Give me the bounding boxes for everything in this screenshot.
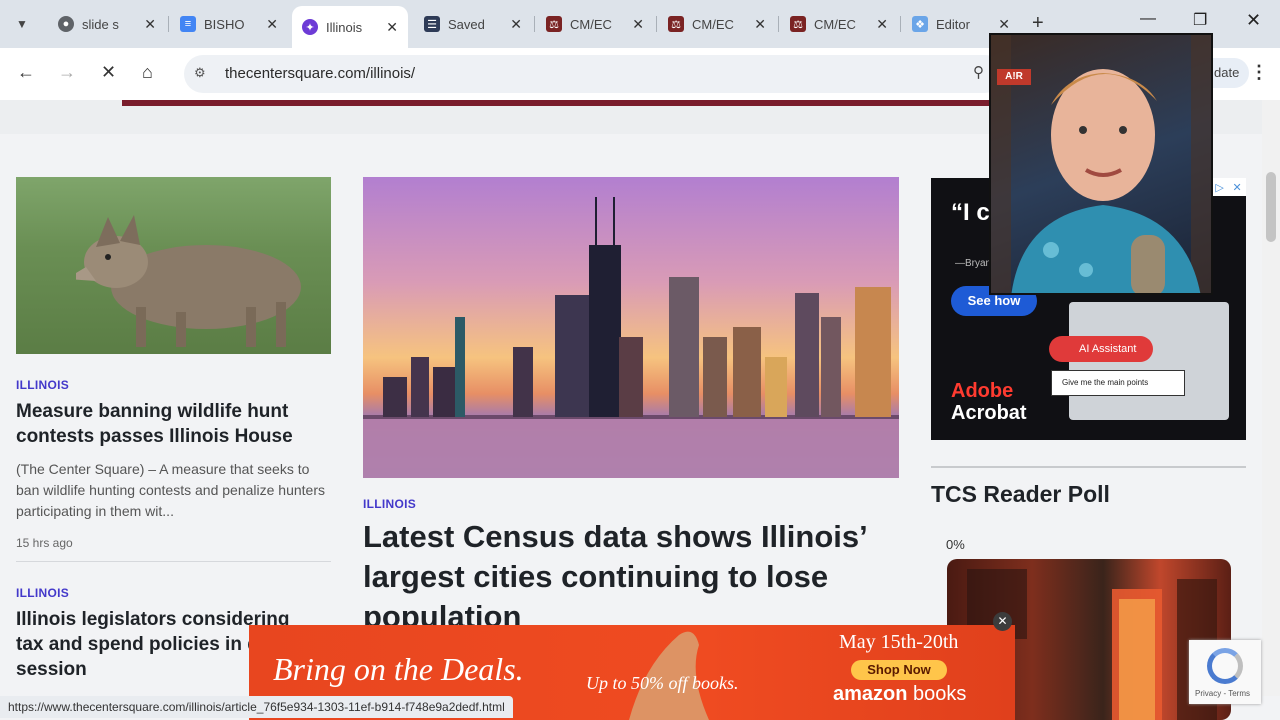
scales-icon: ⚖ [546,16,562,32]
article-image-chicago-skyline[interactable] [363,177,899,478]
article-category[interactable]: ILLINOIS [16,586,69,600]
article-timestamp: 15 hrs ago [16,536,73,550]
site-settings-icon[interactable]: ⚙ [194,65,206,81]
restore-icon[interactable]: ❐ [1193,10,1207,30]
site-icon: ✦ [302,19,318,35]
close-icon[interactable]: ✕ [632,16,644,33]
article-category[interactable]: ILLINOIS [363,497,416,511]
amazon-ad-tagline: Bring on the Deals. [273,651,524,687]
close-icon[interactable]: ✕ [754,16,766,33]
window-close-icon[interactable]: ✕ [1246,10,1261,31]
coyote-illustration [76,215,301,347]
home-icon[interactable]: ⌂ [142,62,153,83]
address-bar[interactable]: ⚙ thecentersquare.com/illinois/ [184,55,1004,93]
tab-slides[interactable]: ● slide s ✕ [48,6,166,42]
tab-separator [534,16,535,32]
site-header-bar [122,100,990,106]
scrollbar-thumb[interactable] [1266,172,1276,242]
docs-icon: ≡ [180,16,196,32]
recaptcha-links: Privacy - Terms [1195,689,1250,698]
forward-arrow-icon[interactable]: → [58,62,76,83]
featured-article-headline[interactable]: Latest Census data shows Illinois’ large… [363,517,903,637]
close-icon[interactable]: ✕ [876,16,888,33]
amazon-brand-word: amazon [833,683,908,705]
ad-attribution: —Bryan [955,258,992,269]
tab-saved[interactable]: ☰ Saved ✕ [414,6,532,42]
recaptcha-badge[interactable]: Privacy - Terms [1189,640,1261,704]
ad-close-icon[interactable]: ✕ [1232,181,1241,194]
amazon-ad-dates: May 15th-20th [839,631,959,653]
article-headline[interactable]: Measure banning wildlife hunt contests p… [16,399,326,449]
ad-prompt-field: Give me the main points [1051,370,1185,396]
amazon-ad-offer: Up to 50% off books. [586,673,739,693]
close-icon[interactable]: ✕ [144,16,156,33]
scales-icon: ⚖ [668,16,684,32]
tab-label: CM/EC [692,16,734,32]
editor-icon: ❖ [912,16,928,32]
tab-separator [900,16,901,32]
ad-brand-line2: Acrobat [951,402,1027,424]
stop-loading-icon[interactable]: ✕ [101,62,116,83]
poll-heading: TCS Reader Poll [931,481,1110,507]
amazon-books-logo: amazon books [833,683,966,706]
amazon-ad-close-icon[interactable]: ✕ [993,612,1012,631]
recaptcha-privacy-link[interactable]: Privacy [1195,689,1221,698]
close-icon[interactable]: ✕ [998,16,1010,33]
recaptcha-logo-icon [1207,648,1243,684]
minimize-icon[interactable]: — [1140,10,1156,28]
sidebar-divider [931,466,1246,468]
ad-brand-line1: Adobe [951,380,1014,402]
tab-label: BISHO [204,16,245,32]
tab-label: Editor [936,16,970,32]
globe-icon: ● [58,16,74,32]
url-text: thecentersquare.com/illinois/ [225,65,416,82]
columns-icon: ☰ [424,16,440,32]
ad-ai-assistant-pill: AI Assistant [1049,336,1153,362]
page-scrollbar[interactable] [1262,100,1280,696]
tab-cmecf-2[interactable]: ⚖ CM/EC ✕ [658,6,776,42]
tab-bisho[interactable]: ≡ BISHO ✕ [170,6,288,42]
tab-label: CM/EC [570,16,612,32]
tab-label: Illinois [326,19,363,35]
close-icon[interactable]: ✕ [266,16,278,33]
webcam-logo: A!R [997,69,1031,85]
poll-percent: 0% [946,537,965,552]
tab-label: CM/EC [814,16,856,32]
new-tab-plus-icon[interactable]: + [1032,12,1044,35]
tab-separator [778,16,779,32]
skyline-illustration [363,197,899,478]
browser-menu-icon[interactable]: ⋮ [1250,62,1268,83]
tab-separator [168,16,169,32]
back-arrow-icon[interactable]: ← [17,62,35,83]
amazon-shop-now-button[interactable]: Shop Now [851,660,947,680]
ad-choices-controls[interactable]: ▷ ✕ [1211,178,1246,196]
tab-search-chevron-icon[interactable]: ▼ [8,10,36,38]
tab-label: Saved [448,16,485,32]
ad-choices-icon[interactable]: ▷ [1215,181,1223,194]
ad-brand-logo: Adobe Acrobat [951,380,1027,424]
article-image-coyote[interactable] [16,177,331,354]
tab-separator [656,16,657,32]
tab-illinois[interactable]: ✦ Illinois ✕ [292,6,408,48]
recaptcha-terms-link[interactable]: Terms [1228,689,1250,698]
tab-cmecf-3[interactable]: ⚖ CM/EC ✕ [780,6,898,42]
zoom-icon[interactable]: ⚲ [973,63,984,81]
close-icon[interactable]: ✕ [386,19,398,36]
tab-label: slide s [82,16,119,32]
webcam-overlay: A!R [989,33,1213,295]
article-excerpt: (The Center Square) – A measure that see… [16,461,325,519]
scales-icon: ⚖ [790,16,806,32]
close-icon[interactable]: ✕ [510,16,522,33]
tab-cmecf-1[interactable]: ⚖ CM/EC ✕ [536,6,654,42]
article-category[interactable]: ILLINOIS [16,378,69,392]
amazon-brand-suffix: books [913,683,967,705]
article-divider [16,561,331,562]
status-bar-url: https://www.thecentersquare.com/illinois… [0,696,513,718]
